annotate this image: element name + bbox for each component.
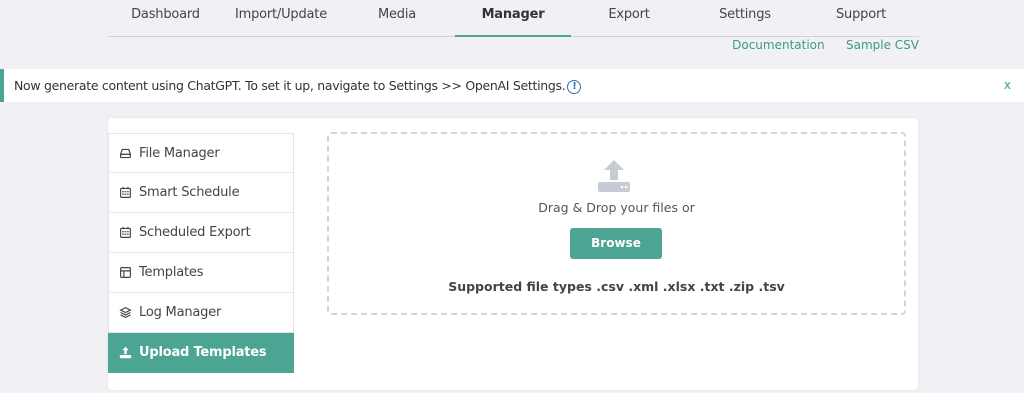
calendar-icon bbox=[120, 186, 131, 198]
upload-icon bbox=[119, 346, 132, 359]
calendar-icon bbox=[120, 226, 131, 238]
drag-drop-prompt: Drag & Drop your files or bbox=[538, 200, 695, 215]
sidebar-item-label: File Manager bbox=[139, 145, 220, 161]
template-icon bbox=[120, 267, 131, 278]
sidebar-item-label: Upload Templates bbox=[139, 345, 267, 360]
sidebar-item-scheduled-export[interactable]: Scheduled Export bbox=[108, 213, 294, 253]
documentation-link[interactable]: Documentation bbox=[732, 38, 825, 52]
header-links: Documentation Sample CSV bbox=[714, 38, 919, 52]
supported-file-types: Supported file types .csv .xml .xlsx .tx… bbox=[448, 279, 785, 294]
notice-message: Now generate content using ChatGPT. To s… bbox=[14, 78, 566, 93]
sidebar-item-smart-schedule[interactable]: Smart Schedule bbox=[108, 173, 294, 213]
tab-manager[interactable]: Manager bbox=[455, 0, 571, 37]
sample-csv-link[interactable]: Sample CSV bbox=[846, 38, 919, 52]
sidebar-item-upload-templates[interactable]: Upload Templates bbox=[108, 333, 294, 373]
manager-sidebar: File Manager Smart Schedule Scheduled Ex… bbox=[108, 133, 294, 373]
file-drop-zone[interactable]: Drag & Drop your files or Browse Support… bbox=[327, 132, 906, 315]
top-navigation: Dashboard Import/Update Media Manager Ex… bbox=[108, 0, 919, 37]
sidebar-item-label: Log Manager bbox=[139, 305, 222, 320]
tab-export[interactable]: Export bbox=[571, 0, 687, 36]
sidebar-item-file-manager[interactable]: File Manager bbox=[108, 133, 294, 173]
sidebar-item-label: Scheduled Export bbox=[139, 225, 251, 240]
tab-settings[interactable]: Settings bbox=[687, 0, 803, 36]
tab-import-update[interactable]: Import/Update bbox=[223, 0, 339, 36]
info-icon[interactable]: ! bbox=[567, 79, 582, 94]
drive-icon bbox=[119, 148, 132, 158]
sidebar-item-label: Smart Schedule bbox=[139, 185, 240, 200]
sidebar-item-templates[interactable]: Templates bbox=[108, 253, 294, 293]
tab-support[interactable]: Support bbox=[803, 0, 919, 36]
chatgpt-notice: Now generate content using ChatGPT. To s… bbox=[0, 69, 1024, 102]
sidebar-item-log-manager[interactable]: Log Manager bbox=[108, 293, 294, 333]
tab-media[interactable]: Media bbox=[339, 0, 455, 36]
notice-close-button[interactable]: x bbox=[1004, 78, 1011, 92]
tab-dashboard[interactable]: Dashboard bbox=[108, 0, 223, 36]
browse-button[interactable]: Browse bbox=[570, 228, 662, 259]
manager-card: File Manager Smart Schedule Scheduled Ex… bbox=[108, 118, 918, 390]
cloud-upload-icon bbox=[598, 160, 630, 192]
layers-icon bbox=[119, 306, 132, 319]
sidebar-item-label: Templates bbox=[139, 265, 204, 280]
